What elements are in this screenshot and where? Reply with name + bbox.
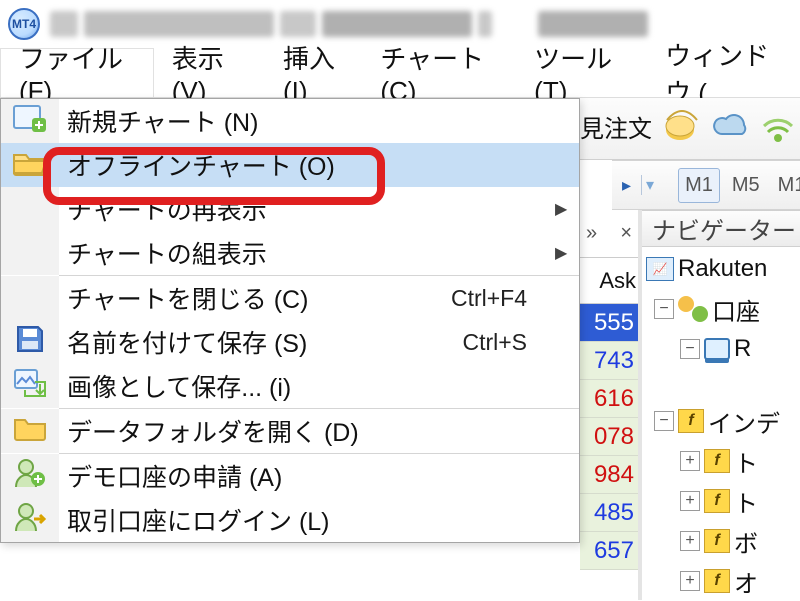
accounts-icon	[678, 296, 708, 322]
menuitem-save-image[interactable]: 画像として保存... (i)	[1, 364, 579, 408]
timeframe-m15[interactable]: M15	[772, 169, 800, 202]
tree-indicator-item[interactable]: + f ト	[646, 441, 800, 481]
collapse-icon[interactable]: −	[654, 299, 674, 319]
login-icon	[14, 501, 46, 540]
tree-label: インデ	[708, 404, 780, 439]
market-watch-cell[interactable]: 485	[580, 494, 638, 532]
menuitem-label: チャートを閉じる (C)	[59, 280, 435, 316]
menuitem-offline-chart[interactable]: オフラインチャート (O)	[1, 143, 579, 187]
menuitem-login[interactable]: 取引口座にログイン (L)	[1, 498, 579, 542]
timeframe-m5[interactable]: M5	[726, 169, 766, 202]
collapse-icon[interactable]: −	[654, 411, 674, 431]
timeframe-m1[interactable]: M1	[678, 168, 720, 203]
menuitem-new-chart[interactable]: 新規チャート (N)	[1, 99, 579, 143]
menuitem-demo-account[interactable]: デモ口座の申請 (A)	[1, 454, 579, 498]
new-chart-icon	[12, 102, 48, 141]
tree-account-child[interactable]: − R	[646, 329, 800, 369]
menuitem-label: データフォルダを開く (D)	[59, 413, 435, 449]
submenu-arrow-icon: ▶	[555, 243, 579, 263]
expand-icon[interactable]: +	[680, 531, 700, 551]
open-folder-icon	[12, 147, 48, 184]
indicator-icon: f	[704, 529, 730, 553]
save-icon	[14, 323, 46, 362]
tree-label: ト	[734, 444, 758, 479]
window-title-blurred	[50, 11, 648, 37]
overflow-chevron-icon[interactable]: »	[586, 222, 597, 245]
market-watch-strip: » × Ask 555 743 616 078 984 485 657	[580, 210, 638, 600]
menuitem-save-as[interactable]: 名前を付けて保存 (S) Ctrl+S	[1, 320, 579, 364]
tree-label: ト	[734, 484, 758, 519]
timeframe-scroll-left-icon[interactable]: ▸	[618, 175, 635, 196]
menu-view[interactable]: 表示 (V)	[154, 48, 265, 97]
navigator-tree: 📈 Rakuten − 口座 − R − f インデ + f	[642, 247, 800, 601]
market-watch-cell[interactable]: 616	[580, 380, 638, 418]
indicator-icon: f	[704, 449, 730, 473]
tree-label: R	[734, 335, 751, 363]
menu-window[interactable]: ウィンドウ (	[647, 48, 800, 97]
file-menu-dropdown: 新規チャート (N) オフラインチャート (O) チャートの再表示 ▶ チャート…	[0, 98, 580, 543]
tree-indicator-item[interactable]: + f ト	[646, 481, 800, 521]
cloud-icon[interactable]	[712, 108, 748, 144]
menu-bar: ファイル (F) 表示 (V) 挿入(I) チャート (C) ツール (T) ウ…	[0, 48, 800, 98]
menuitem-label: オフラインチャート (O)	[59, 147, 435, 183]
menuitem-shortcut: Ctrl+F4	[435, 285, 555, 312]
menuitem-shortcut: Ctrl+S	[435, 329, 555, 356]
tree-indicator-item[interactable]: + f オ	[646, 561, 800, 601]
expand-icon[interactable]: +	[680, 451, 700, 471]
menuitem-label: 新規チャート (N)	[59, 103, 435, 139]
tree-indicator-item[interactable]: + f ボ	[646, 521, 800, 561]
tree-indicators[interactable]: − f インデ	[646, 401, 800, 441]
indicator-icon: f	[704, 489, 730, 513]
tree-label: オ	[734, 564, 758, 599]
menuitem-label: チャートの組表示	[59, 235, 435, 271]
menuitem-label: チャートの再表示	[59, 191, 435, 227]
tree-root[interactable]: 📈 Rakuten	[646, 249, 800, 289]
navigator-panel: ナビゲーター 📈 Rakuten − 口座 − R − f インデ	[638, 210, 800, 600]
menu-tools[interactable]: ツール (T)	[516, 48, 647, 97]
indicator-folder-icon: f	[678, 409, 704, 433]
menuitem-close-chart[interactable]: チャートを閉じる (C) Ctrl+F4	[1, 276, 579, 320]
menu-chart[interactable]: チャート (C)	[362, 48, 516, 97]
menu-insert[interactable]: 挿入(I)	[265, 48, 362, 97]
menuitem-reshow-chart[interactable]: チャートの再表示 ▶	[1, 187, 579, 231]
root-chart-icon: 📈	[646, 257, 674, 281]
menuitem-chart-groups[interactable]: チャートの組表示 ▶	[1, 231, 579, 275]
menuitem-open-data-folder[interactable]: データフォルダを開く (D)	[1, 409, 579, 453]
submenu-arrow-icon: ▶	[555, 199, 579, 219]
tree-label: 口座	[712, 292, 760, 327]
advisor-icon[interactable]	[664, 108, 700, 144]
menuitem-label: デモ口座の申請 (A)	[59, 458, 435, 494]
new-order-fragment: 見注文	[580, 109, 652, 144]
server-icon	[704, 338, 730, 360]
expand-icon[interactable]: +	[680, 491, 700, 511]
signal-icon[interactable]	[760, 108, 796, 144]
folder-icon	[13, 414, 47, 449]
tree-accounts[interactable]: − 口座	[646, 289, 800, 329]
market-watch-cell[interactable]: 657	[580, 532, 638, 570]
tree-label: Rakuten	[678, 255, 767, 283]
save-image-icon	[13, 368, 47, 405]
market-watch-header-controls: » ×	[580, 210, 638, 258]
menuitem-label: 取引口座にログイン (L)	[59, 502, 435, 538]
market-watch-cell[interactable]: 984	[580, 456, 638, 494]
menuitem-label: 名前を付けて保存 (S)	[59, 324, 435, 360]
expand-icon[interactable]: +	[680, 571, 700, 591]
market-watch-cell[interactable]: 078	[580, 418, 638, 456]
navigator-title: ナビゲーター	[642, 210, 800, 247]
indicator-icon: f	[704, 569, 730, 593]
market-watch-cell[interactable]: 743	[580, 342, 638, 380]
market-watch-cell[interactable]: 555	[580, 304, 638, 342]
timeframe-toolbar: ▸ ▾ M1 M5 M15	[612, 160, 800, 210]
close-panel-icon[interactable]: ×	[620, 222, 632, 245]
collapse-icon[interactable]: −	[680, 339, 700, 359]
market-watch-column-ask[interactable]: Ask	[580, 258, 638, 304]
toolbar-overflow-icon[interactable]: ▾	[641, 175, 654, 195]
demo-account-icon	[14, 457, 46, 496]
menuitem-label: 画像として保存... (i)	[59, 368, 435, 404]
app-logo-icon: MT4	[8, 8, 40, 40]
right-panels: » × Ask 555 743 616 078 984 485 657 ナビゲー…	[580, 210, 800, 600]
menu-file[interactable]: ファイル (F)	[0, 48, 154, 97]
tree-label: ボ	[734, 524, 758, 559]
